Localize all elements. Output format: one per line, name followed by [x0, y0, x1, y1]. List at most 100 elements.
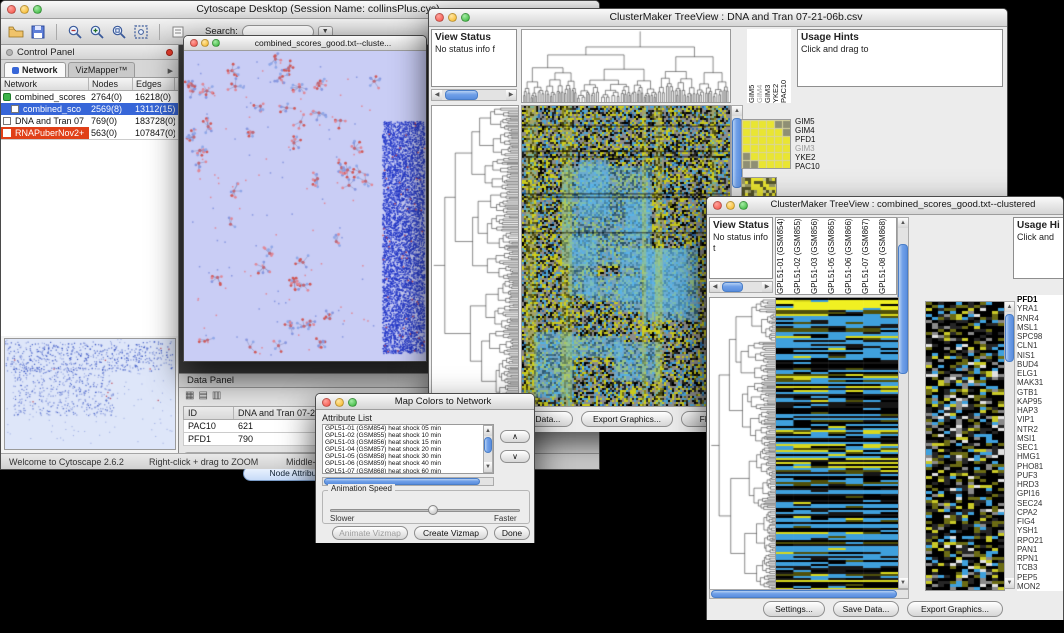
attribute-item[interactable]: GPL51-02 (GSM855) heat shock 10 min — [323, 432, 493, 439]
export-graphics-button[interactable]: Export Graphics... — [581, 411, 673, 427]
network-row[interactable]: combined_scores 2764(0) 16218(0) — [1, 91, 178, 103]
scroll-left-icon[interactable]: ◀ — [710, 282, 720, 292]
gene-label[interactable]: RPN1 — [1017, 554, 1063, 563]
gene-label[interactable]: FIG4 — [1017, 517, 1063, 526]
maximize-icon[interactable] — [739, 201, 748, 210]
open-session-icon[interactable] — [7, 23, 25, 41]
selected-cluster-heatmap[interactable] — [925, 301, 1005, 591]
expression-heatmap[interactable] — [521, 105, 731, 407]
minimize-icon[interactable] — [335, 398, 344, 407]
attribute-item[interactable]: GPL51-01 (GSM854) heat shock 05 min — [323, 425, 493, 432]
attribute-item[interactable]: GPL51-06 (GSM859) heat shock 40 min — [323, 460, 493, 467]
tab-vizmapper[interactable]: VizMapper™ — [68, 62, 136, 77]
array-label[interactable]: GPL51-03 (GSM856) — [810, 218, 827, 294]
scroll-up-icon[interactable]: ▲ — [1005, 302, 1014, 312]
maximize-icon[interactable] — [348, 398, 357, 407]
gene-label[interactable]: SEC24 — [1017, 499, 1063, 508]
array-label[interactable]: GIM4 — [755, 29, 763, 103]
zoom-out-icon[interactable] — [66, 23, 84, 41]
array-label[interactable]: GPL51-07 (GSM867) — [861, 218, 878, 294]
scroll-right-icon[interactable]: ▶ — [762, 282, 772, 292]
cluster-zoom-matrix[interactable] — [741, 119, 791, 169]
dialog-titlebar[interactable]: Map Colors to Network — [316, 394, 534, 410]
gene-label[interactable]: SPC98 — [1017, 332, 1063, 341]
scrollbar-thumb[interactable] — [711, 590, 897, 598]
gene-dendrogram[interactable] — [709, 297, 777, 591]
gene-label[interactable]: PFD1 — [795, 135, 820, 144]
tree-horizontal-scrollbar[interactable]: ◀ ▶ — [709, 281, 773, 293]
gene-label[interactable]: YRA1 — [1017, 304, 1063, 313]
gene-label[interactable]: GTB1 — [1017, 388, 1063, 397]
attribute-item[interactable]: GPL51-05 (GSM858) heat shock 30 min — [323, 453, 493, 460]
minimize-icon[interactable] — [726, 201, 735, 210]
scrollbar-thumb[interactable] — [484, 437, 492, 453]
scroll-down-icon[interactable]: ▼ — [1005, 578, 1014, 588]
gene-label[interactable]: PHO81 — [1017, 462, 1063, 471]
gene-label[interactable]: MSL1 — [1017, 323, 1063, 332]
gene-dendrogram[interactable] — [431, 105, 519, 407]
table-mode-icon[interactable]: ▦ — [185, 390, 194, 401]
gene-label[interactable]: HMG1 — [1017, 452, 1063, 461]
tab-network[interactable]: Network — [4, 62, 66, 77]
scroll-right-icon[interactable]: ▶ — [506, 90, 516, 100]
gene-label[interactable]: NIS1 — [1017, 351, 1063, 360]
array-dendrogram[interactable] — [521, 29, 731, 103]
close-icon[interactable] — [190, 39, 198, 47]
maximize-icon[interactable] — [212, 39, 220, 47]
tab-overflow-icon[interactable]: ▶ — [166, 65, 175, 77]
network-graph-canvas[interactable] — [184, 51, 426, 361]
close-icon[interactable] — [713, 201, 722, 210]
gene-label[interactable]: PAN1 — [1017, 545, 1063, 554]
panel-float-icon[interactable] — [6, 49, 13, 56]
array-label[interactable]: GPL51-08 (GSM868) — [878, 218, 895, 294]
array-label[interactable]: YKE2 — [771, 29, 779, 103]
panel-close-icon[interactable] — [166, 49, 173, 56]
array-label[interactable]: GPL51-05 (GSM865) — [827, 218, 844, 294]
gene-label[interactable]: NTR2 — [1017, 425, 1063, 434]
gene-label[interactable]: GIM3 — [795, 144, 820, 153]
gene-label[interactable]: PFD1 — [1017, 295, 1063, 304]
gene-label[interactable]: ELG1 — [1017, 369, 1063, 378]
tree-horizontal-scrollbar[interactable]: ◀ ▶ — [431, 89, 517, 101]
scrollbar-thumb[interactable] — [445, 90, 478, 100]
scroll-up-icon[interactable]: ▲ — [484, 426, 492, 436]
slider-thumb[interactable] — [428, 505, 438, 515]
animate-vizmap-button[interactable]: Animate Vizmap — [332, 526, 408, 540]
gene-label[interactable]: PAC10 — [795, 162, 820, 171]
expression-heatmap[interactable] — [775, 297, 899, 591]
gene-label[interactable]: PEP5 — [1017, 573, 1063, 582]
export-graphics-button[interactable]: Export Graphics... — [907, 601, 1003, 617]
close-icon[interactable] — [7, 5, 16, 14]
save-data-button[interactable]: Save Data... — [833, 601, 899, 617]
scrollbar-thumb[interactable] — [722, 282, 743, 292]
network-view-titlebar[interactable]: combined_scores_good.txt--cluste... — [184, 36, 426, 51]
heatmap-horizontal-scrollbar[interactable] — [709, 589, 909, 599]
settings-button[interactable]: Settings... — [763, 601, 825, 617]
treeview-dna-titlebar[interactable]: ClusterMaker TreeView : DNA and Tran 07-… — [429, 9, 1007, 27]
array-label[interactable]: GPL51-01 (GSM854) — [776, 218, 793, 294]
scrollbar-thumb[interactable] — [1005, 314, 1014, 362]
gene-label[interactable]: BUD4 — [1017, 360, 1063, 369]
array-label[interactable]: PAC10 — [779, 29, 787, 103]
minimize-icon[interactable] — [201, 39, 209, 47]
scroll-left-icon[interactable]: ◀ — [432, 90, 442, 100]
scroll-down-icon[interactable]: ▼ — [898, 578, 908, 588]
gene-label[interactable]: HAP3 — [1017, 406, 1063, 415]
row-select-icon[interactable]: ▤ — [198, 390, 207, 401]
create-vizmap-button[interactable]: Create Vizmap — [414, 526, 488, 540]
gene-label[interactable]: VIP1 — [1017, 415, 1063, 424]
column-select-icon[interactable]: ▥ — [212, 390, 221, 401]
network-row[interactable]: DNA and Tran 07 769(0) 183728(0) — [1, 115, 178, 127]
gene-label[interactable]: CLN1 — [1017, 341, 1063, 350]
scrollbar-thumb[interactable] — [898, 244, 908, 374]
save-session-icon[interactable] — [29, 23, 47, 41]
scroll-up-icon[interactable]: ▲ — [898, 218, 908, 228]
cluster-vertical-scrollbar[interactable]: ▲ ▼ — [1004, 301, 1015, 589]
gene-label[interactable]: GIM4 — [795, 126, 820, 135]
maximize-icon[interactable] — [461, 13, 470, 22]
slider-track[interactable] — [330, 509, 520, 512]
gene-label[interactable]: RPO21 — [1017, 536, 1063, 545]
minimize-icon[interactable] — [448, 13, 457, 22]
move-down-button[interactable]: ∨ — [500, 450, 530, 463]
attribute-item[interactable]: GPL51-04 (GSM857) heat shock 20 min — [323, 446, 493, 453]
